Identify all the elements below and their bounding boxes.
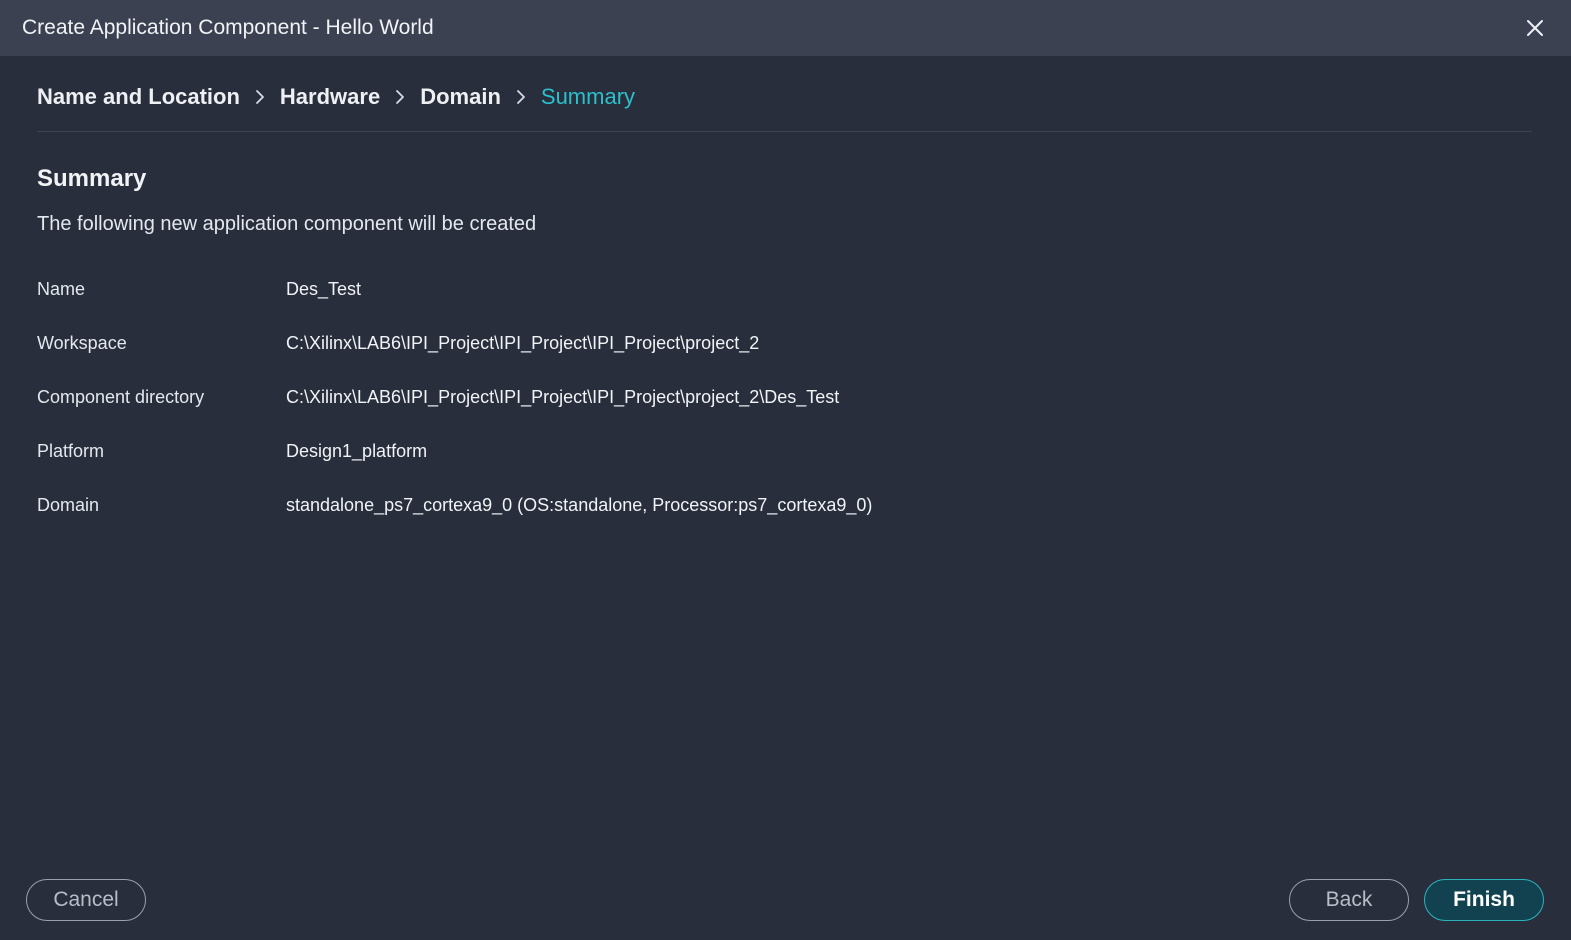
breadcrumb-step-name-and-location[interactable]: Name and Location <box>37 83 240 111</box>
summary-label-workspace: Workspace <box>37 333 127 353</box>
chevron-right-icon <box>256 90 264 104</box>
breadcrumb: Name and Location Hardware Domain Summar… <box>37 82 635 112</box>
section-subtitle: The following new application component … <box>37 213 537 235</box>
summary-value-component-directory: C:\Xilinx\LAB6\IPI_Project\IPI_Project\I… <box>286 387 840 407</box>
header-divider <box>37 131 1532 132</box>
chevron-right-icon <box>396 90 405 104</box>
breadcrumb-separator <box>501 83 541 111</box>
create-application-component-dialog: Create Application Component - Hello Wor… <box>0 0 1571 940</box>
back-button[interactable]: Back <box>1289 879 1409 921</box>
cancel-button[interactable]: Cancel <box>26 879 146 921</box>
summary-value-domain: standalone_ps7_cortexa9_0 (OS:standalone… <box>286 495 873 515</box>
title-bar: Create Application Component - Hello Wor… <box>0 0 1571 56</box>
chevron-right-icon <box>516 90 525 104</box>
finish-button[interactable]: Finish <box>1424 879 1544 921</box>
breadcrumb-separator <box>380 83 420 111</box>
summary-value-workspace: C:\Xilinx\LAB6\IPI_Project\IPI_Project\I… <box>286 333 760 353</box>
section-title: Summary <box>37 165 147 192</box>
summary-label-platform: Platform <box>37 441 105 461</box>
breadcrumb-separator <box>240 83 280 111</box>
summary-label-domain: Domain <box>37 495 100 515</box>
breadcrumb-step-hardware[interactable]: Hardware <box>280 83 380 111</box>
close-button[interactable] <box>1517 10 1553 46</box>
summary-label-name: Name <box>37 279 86 299</box>
summary-value-platform: Design1_platform <box>286 441 428 461</box>
breadcrumb-step-summary: Summary <box>540 84 636 109</box>
close-icon <box>1527 20 1543 36</box>
summary-label-component-directory: Component directory <box>37 387 205 407</box>
breadcrumb-step-domain[interactable]: Domain <box>420 83 501 111</box>
dialog-title: Create Application Component - Hello Wor… <box>22 16 434 39</box>
summary-value-name: Des_Test <box>286 279 362 299</box>
